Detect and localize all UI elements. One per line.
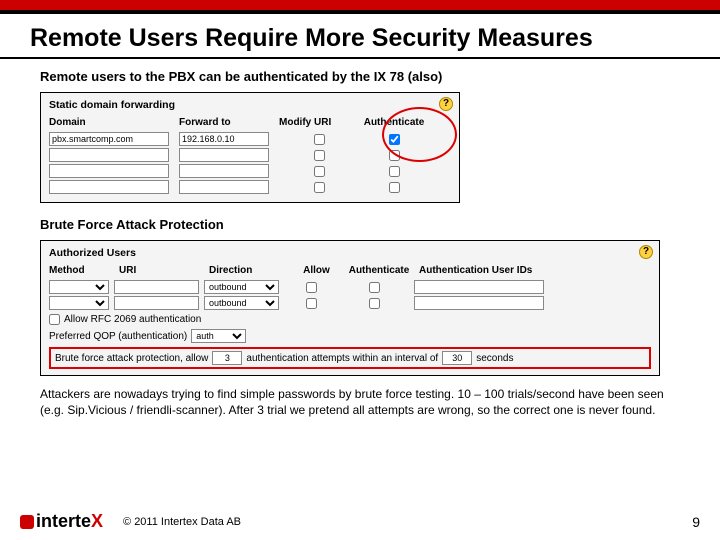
au-method-0[interactable]: [49, 280, 109, 294]
au-dir-1[interactable]: outbound: [204, 296, 279, 310]
logo-x: X: [91, 511, 103, 532]
au-ids-0[interactable]: [414, 280, 544, 294]
au-ids-1[interactable]: [414, 296, 544, 310]
bf-label-3: seconds: [476, 353, 513, 364]
au-hdr-allow: Allow: [294, 265, 339, 276]
help-icon[interactable]: ?: [639, 245, 653, 259]
body-text: Attackers are nowadays trying to find si…: [40, 386, 680, 418]
au-hdr-method: Method: [49, 265, 119, 276]
qop-label: Preferred QOP (authentication): [49, 331, 187, 342]
sdf-mod-1[interactable]: [314, 150, 325, 161]
page-number: 9: [692, 514, 700, 530]
au-uri-1[interactable]: [114, 296, 199, 310]
sdf-mod-0[interactable]: [314, 134, 325, 145]
sdf-hdr-auth: Authenticate: [359, 117, 429, 128]
bf-label-1: Brute force attack protection, allow: [55, 353, 208, 364]
au-dir-0[interactable]: outbound: [204, 280, 279, 294]
sdf-fwd-2[interactable]: [179, 164, 269, 178]
bf-interval-input[interactable]: [442, 351, 472, 365]
top-red-bar: [0, 0, 720, 10]
subtitle-brute: Brute Force Attack Protection: [40, 217, 680, 232]
au-uri-0[interactable]: [114, 280, 199, 294]
bf-label-2: authentication attempts within an interv…: [246, 353, 438, 364]
au-allow-1[interactable]: [306, 298, 317, 309]
sdf-domain-0[interactable]: [49, 132, 169, 146]
sdf-auth-2[interactable]: [389, 166, 400, 177]
au-hdr-auth: Authenticate: [339, 265, 419, 276]
logo-icon: [20, 515, 34, 529]
bf-attempts-input[interactable]: [212, 351, 242, 365]
au-auth-0[interactable]: [369, 282, 380, 293]
sdf-hdr-modify: Modify URI: [279, 117, 359, 128]
copyright: © 2011 Intertex Data AB: [123, 516, 241, 528]
au-hdr-uri: URI: [119, 265, 209, 276]
authorized-users-panel: Authorized Users ? Method URI Direction …: [40, 240, 660, 376]
logo-text: interte: [36, 511, 91, 532]
au-hdr-dir: Direction: [209, 265, 294, 276]
static-domain-panel: Static domain forwarding ? Domain Forwar…: [40, 92, 460, 203]
sdf-auth-1[interactable]: [389, 150, 400, 161]
au-auth-1[interactable]: [369, 298, 380, 309]
au-method-1[interactable]: [49, 296, 109, 310]
sdf-domain-2[interactable]: [49, 164, 169, 178]
help-icon[interactable]: ?: [439, 97, 453, 111]
sdf-hdr-domain: Domain: [49, 117, 179, 128]
brute-force-row: Brute force attack protection, allow aut…: [49, 347, 651, 369]
au-title: Authorized Users: [49, 247, 651, 259]
logo: interteX: [20, 511, 103, 532]
sdf-hdr-forward: Forward to: [179, 117, 279, 128]
au-allow-0[interactable]: [306, 282, 317, 293]
sdf-fwd-1[interactable]: [179, 148, 269, 162]
sdf-fwd-3[interactable]: [179, 180, 269, 194]
sdf-auth-3[interactable]: [389, 182, 400, 193]
qop-select[interactable]: auth: [191, 329, 246, 343]
rfc2069-label: Allow RFC 2069 authentication: [64, 314, 201, 325]
subtitle-auth: Remote users to the PBX can be authentic…: [40, 69, 680, 84]
sdf-title: Static domain forwarding: [49, 99, 451, 111]
sdf-mod-3[interactable]: [314, 182, 325, 193]
au-hdr-ids: Authentication User IDs: [419, 265, 559, 276]
page-title: Remote Users Require More Security Measu…: [0, 14, 720, 59]
sdf-mod-2[interactable]: [314, 166, 325, 177]
rfc2069-checkbox[interactable]: [49, 314, 60, 325]
sdf-domain-1[interactable]: [49, 148, 169, 162]
sdf-domain-3[interactable]: [49, 180, 169, 194]
sdf-auth-0[interactable]: [389, 134, 400, 145]
sdf-fwd-0[interactable]: [179, 132, 269, 146]
